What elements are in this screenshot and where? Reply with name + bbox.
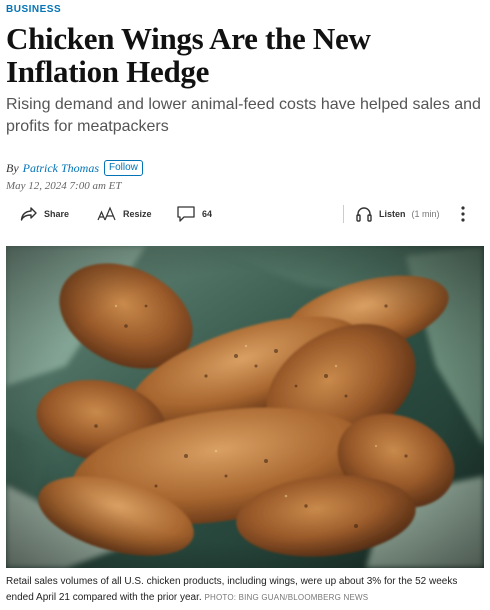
share-button[interactable]: Share	[20, 200, 69, 228]
comments-button[interactable]: 64	[176, 200, 212, 228]
resize-icon	[97, 206, 117, 222]
author-link[interactable]: Patrick Thomas	[23, 161, 99, 176]
comment-icon	[176, 205, 196, 223]
toolbar-divider	[343, 205, 344, 223]
share-label: Share	[44, 209, 70, 219]
headline: Chicken Wings Are the New Inflation Hedg…	[6, 21, 371, 89]
comments-count: 64	[202, 209, 213, 219]
more-icon	[459, 205, 467, 223]
more-options-button[interactable]	[459, 200, 467, 228]
follow-button[interactable]: Follow	[104, 160, 143, 176]
headphones-icon	[355, 205, 373, 223]
article-toolbar: Share Resize 64 Listen (1 min)	[0, 200, 490, 228]
article-photo	[6, 246, 484, 568]
section-label[interactable]: BUSINESS	[6, 4, 61, 15]
share-icon	[20, 206, 38, 222]
dek: Rising demand and lower animal-feed cost…	[6, 96, 481, 135]
chicken-wings-photo	[6, 246, 484, 568]
timestamp: May 12, 2024 7:00 am ET	[6, 180, 122, 192]
photo-credit: PHOTO: BING GUAN/BLOOMBERG NEWS	[204, 593, 369, 602]
photo-caption: Retail sales volumes of all U.S. chicken…	[6, 574, 486, 606]
listen-button[interactable]: Listen (1 min)	[355, 200, 440, 228]
resize-label: Resize	[123, 209, 152, 219]
listen-duration: (1 min)	[411, 209, 440, 219]
listen-label: Listen	[379, 209, 406, 219]
byline: By Patrick Thomas Follow	[6, 160, 143, 176]
byline-prefix: By	[6, 160, 19, 175]
resize-button[interactable]: Resize	[97, 200, 152, 228]
